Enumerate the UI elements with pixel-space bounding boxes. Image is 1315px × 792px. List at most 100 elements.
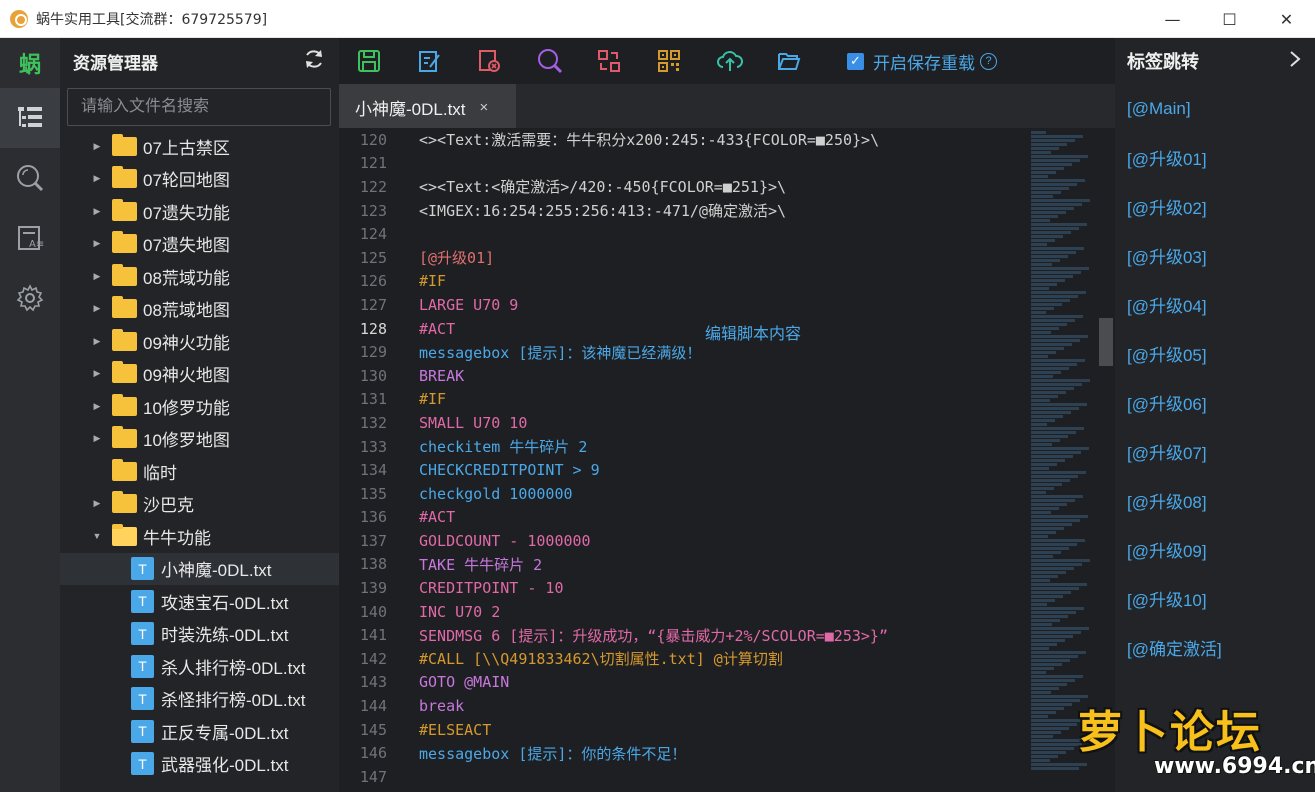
tag-link[interactable]: [@升级03] [1115, 231, 1315, 280]
code-line[interactable]: 126 #IF [339, 270, 1029, 294]
code-line[interactable]: 139 CREDITPOINT - 10 [339, 576, 1029, 600]
folder-item[interactable]: ▶ 08荒域功能 [60, 260, 339, 293]
code-line[interactable]: 131 #IF [339, 388, 1029, 412]
code-line[interactable]: 145 #ELSEACT [339, 718, 1029, 742]
folder-item[interactable]: ▶ 09神火功能 [60, 325, 339, 358]
tag-link[interactable]: [@升级04] [1115, 280, 1315, 329]
checkbox-checked-icon[interactable]: ✓ [847, 52, 864, 70]
chevron-right-icon[interactable] [1289, 50, 1301, 73]
edit-icon[interactable] [417, 38, 477, 84]
chevron-right-icon[interactable]: ▶ [90, 173, 104, 184]
code-line[interactable]: 127 LARGE U70 9 [339, 293, 1029, 317]
code-editor[interactable]: 120 <><Text:激活需要：牛牛积分x200:245:-433{FCOLOR… [339, 128, 1029, 792]
code-line[interactable]: 135 checkgold 1000000 [339, 482, 1029, 506]
code-line[interactable]: 144 break [339, 694, 1029, 718]
chevron-right-icon[interactable]: ▶ [90, 498, 104, 509]
search-icon[interactable] [0, 148, 60, 208]
minimize-button[interactable]: — [1144, 0, 1201, 38]
chevron-right-icon[interactable]: ▶ [90, 433, 104, 444]
chevron-right-icon[interactable]: ▶ [90, 271, 104, 282]
settings-gear-icon[interactable] [0, 268, 60, 328]
file-item[interactable]: T 武器强化-0DL.txt [60, 748, 339, 781]
convert-icon[interactable] [597, 38, 657, 84]
explorer-tree-icon[interactable] [0, 88, 60, 148]
code-line[interactable]: 147 [339, 765, 1029, 789]
file-search-input[interactable] [67, 88, 331, 126]
code-line[interactable]: 122 <><Text:<确定激活>/420:-450{FCOLOR=■251}>… [339, 175, 1029, 199]
editor-scrollbar[interactable] [1099, 318, 1113, 366]
tab-active-file[interactable]: 小神魔-0DL.txt × [339, 84, 516, 128]
save-reload-toggle[interactable]: ✓ 开启保存重载 ? [847, 49, 997, 74]
chevron-right-icon[interactable]: ▶ [90, 336, 104, 347]
chevron-right-icon[interactable]: ▶ [90, 141, 104, 152]
upload-cloud-icon[interactable] [717, 38, 777, 84]
code-line[interactable]: 120 <><Text:激活需要：牛牛积分x200:245:-433{FCOLOR… [339, 128, 1029, 152]
minimap[interactable] [1031, 130, 1099, 792]
folder-item[interactable]: ▶ 07遗失功能 [60, 195, 339, 228]
refresh-icon[interactable] [303, 48, 325, 75]
save-icon[interactable] [357, 38, 417, 84]
chevron-down-icon[interactable]: ▼ [90, 531, 104, 541]
tag-link[interactable]: [@升级08] [1115, 476, 1315, 525]
open-folder-icon[interactable] [777, 38, 837, 84]
font-tool-icon[interactable]: A≡ [0, 208, 60, 268]
tab-close-icon[interactable]: × [480, 99, 489, 116]
close-file-icon[interactable] [477, 38, 537, 84]
file-item[interactable]: T 攻速宝石-0DL.txt [60, 585, 339, 618]
tag-link[interactable]: [@升级07] [1115, 427, 1315, 476]
code-line[interactable]: 146 messagebox [提示]：你的条件不足！ [339, 741, 1029, 765]
qrcode-icon[interactable] [657, 38, 717, 84]
code-line[interactable]: 133 checkitem 牛牛碎片 2 [339, 435, 1029, 459]
tag-link[interactable]: [@升级09] [1115, 525, 1315, 574]
code-line[interactable]: 129 messagebox [提示]：该神魔已经满级！ [339, 340, 1029, 364]
code-line[interactable]: 138 TAKE 牛牛碎片 2 [339, 553, 1029, 577]
tags-panel: 标签跳转 [@Main] [@升级01] [@升级02] [@升级03] [@升级04]… [1115, 38, 1315, 792]
tag-link[interactable]: [@升级05] [1115, 329, 1315, 378]
chevron-right-icon[interactable]: ▶ [90, 206, 104, 217]
tag-link[interactable]: [@升级01] [1115, 133, 1315, 182]
tag-link[interactable]: [@确定激活] [1115, 623, 1315, 672]
code-line[interactable]: 130 BREAK [339, 364, 1029, 388]
code-line[interactable]: 125 [@升级01] [339, 246, 1029, 270]
file-item[interactable]: T 小神魔-0DL.txt [60, 552, 339, 585]
tag-link[interactable]: [@升级06] [1115, 378, 1315, 427]
folder-item[interactable]: ▶ 08荒域地图 [60, 293, 339, 326]
folder-item[interactable]: ▶ 10修罗功能 [60, 390, 339, 423]
chevron-right-icon[interactable]: ▶ [90, 401, 104, 412]
code-line[interactable]: 132 SMALL U70 10 [339, 411, 1029, 435]
code-line[interactable]: 124 [339, 222, 1029, 246]
folder-item[interactable]: 临时 [60, 455, 339, 488]
tag-link[interactable]: [@Main] [1115, 84, 1315, 133]
file-item[interactable]: T 正反专属-0DL.txt [60, 715, 339, 748]
folder-item[interactable]: ▶ 09神火地图 [60, 358, 339, 391]
help-icon[interactable]: ? [980, 52, 997, 70]
chevron-right-icon[interactable]: ▶ [90, 303, 104, 314]
code-line[interactable]: 142 #CALL [\\Q491833462\切割属性.txt] @计算切割 [339, 647, 1029, 671]
code-line[interactable]: 134 CHECKCREDITPOINT > 9 [339, 458, 1029, 482]
tag-link[interactable]: [@升级10] [1115, 574, 1315, 623]
folder-item[interactable]: ▶ 07上古禁区 [60, 130, 339, 163]
folder-item[interactable]: ▶ 07轮回地图 [60, 163, 339, 196]
folder-item[interactable]: ▼ 牛牛功能 [60, 520, 339, 553]
find-icon[interactable] [537, 38, 597, 84]
code-line[interactable]: 136 #ACT [339, 506, 1029, 530]
code-line[interactable]: 137 GOLDCOUNT - 1000000 [339, 529, 1029, 553]
close-window-button[interactable]: ✕ [1258, 0, 1315, 38]
maximize-button[interactable]: ☐ [1201, 0, 1258, 38]
chevron-right-icon[interactable]: ▶ [90, 238, 104, 249]
tag-link[interactable]: [@升级02] [1115, 182, 1315, 231]
folder-item[interactable]: ▶ 10修罗地图 [60, 423, 339, 456]
chevron-right-icon[interactable]: ▶ [90, 368, 104, 379]
file-item[interactable]: T 杀人排行榜-0DL.txt [60, 650, 339, 683]
folder-label: 临时 [143, 463, 177, 483]
folder-item[interactable]: ▶ 沙巴克 [60, 488, 339, 521]
file-item[interactable]: T 时装洗练-0DL.txt [60, 618, 339, 651]
code-line[interactable]: 141 SENDMSG 6 [提示]：升级成功，“{暴击威力+2%/SCOLOR=… [339, 623, 1029, 647]
code-line[interactable]: 128 #ACT [339, 317, 1029, 341]
code-line[interactable]: 140 INC U70 2 [339, 600, 1029, 624]
file-item[interactable]: T 杀怪排行榜-0DL.txt [60, 683, 339, 716]
folder-item[interactable]: ▶ 07遗失地图 [60, 228, 339, 261]
code-line[interactable]: 143 GOTO @MAIN [339, 671, 1029, 695]
code-line[interactable]: 121 [339, 152, 1029, 176]
code-line[interactable]: 123 <IMGEX:16:254:255:256:413:-471/@确定激活>… [339, 199, 1029, 223]
